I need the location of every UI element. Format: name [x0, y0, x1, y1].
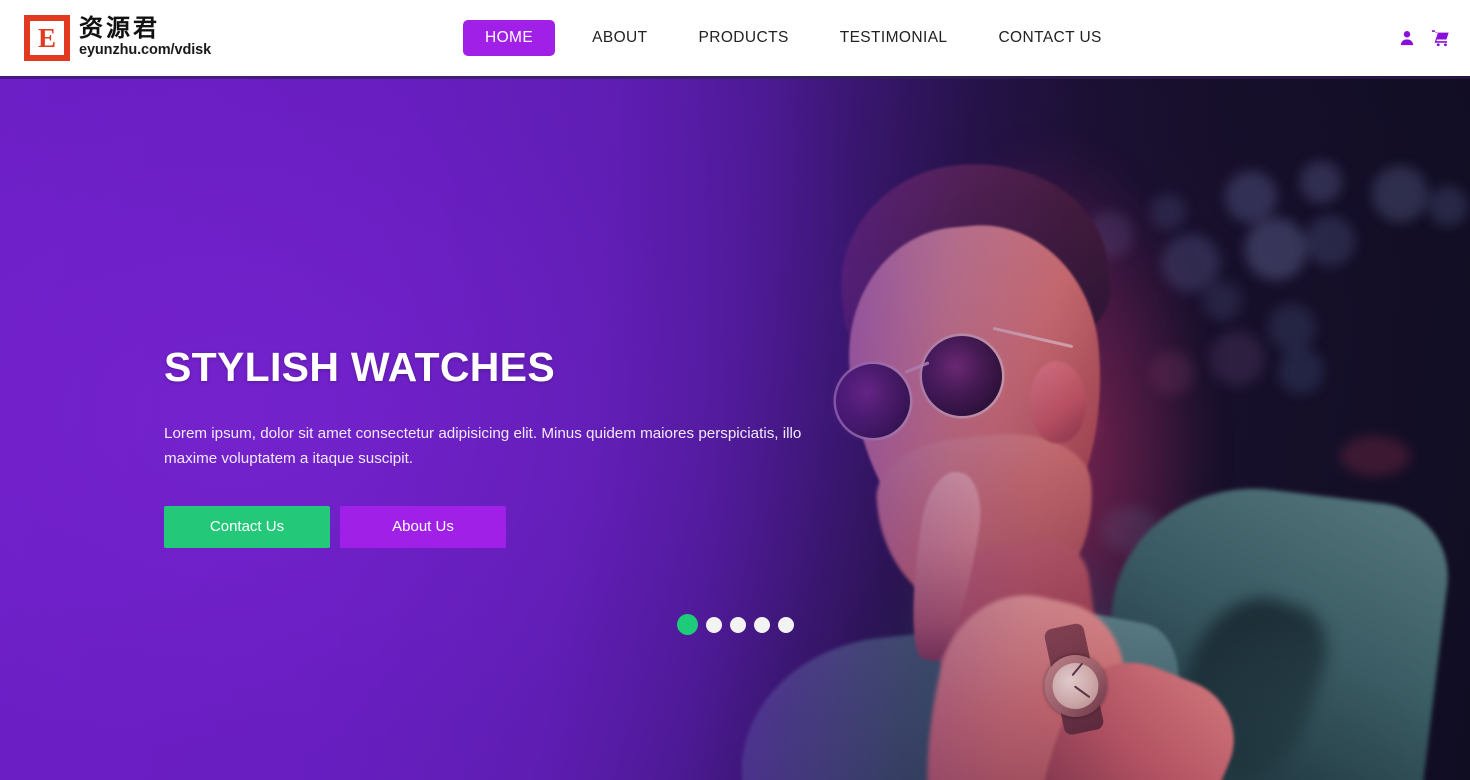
- carousel-dot-3[interactable]: [729, 616, 746, 633]
- logo-letter: E: [30, 21, 64, 55]
- user-icon[interactable]: [1397, 29, 1416, 48]
- logo-mark: E: [24, 15, 70, 61]
- cart-icon[interactable]: [1431, 29, 1450, 48]
- hero-top-edge: [0, 76, 1470, 79]
- logo-brand-url: eyunzhu.com/vdisk: [79, 41, 212, 58]
- carousel-dot-2[interactable]: [705, 616, 722, 633]
- site-header: E 资源君 eyunzhu.com/vdisk HOME ABOUT PRODU…: [0, 0, 1470, 76]
- hero-description: Lorem ipsum, dolor sit amet consectetur …: [164, 425, 802, 467]
- nav-item-home[interactable]: HOME: [463, 20, 556, 56]
- hero-section: STYLISH WATCHES Lorem ipsum, dolor sit a…: [0, 76, 1470, 780]
- contact-us-button[interactable]: Contact Us: [164, 506, 330, 549]
- site-logo[interactable]: E 资源君 eyunzhu.com/vdisk: [24, 0, 211, 76]
- logo-text: 资源君 eyunzhu.com/vdisk: [79, 17, 211, 58]
- carousel-dot-5[interactable]: [777, 616, 794, 633]
- about-us-button[interactable]: About Us: [340, 506, 506, 549]
- header-icon-group: [1397, 0, 1450, 76]
- hero-title: STYLISH WATCHES: [164, 344, 555, 390]
- nav-item-testimonial[interactable]: TESTIMONIAL: [826, 20, 962, 56]
- carousel-dot-1[interactable]: [676, 614, 698, 635]
- nav-item-products[interactable]: PRODUCTS: [685, 20, 803, 56]
- main-navigation: HOME ABOUT PRODUCTS TESTIMONIAL CONTACT …: [463, 0, 1116, 76]
- hero-content: STYLISH WATCHES Lorem ipsum, dolor sit a…: [164, 344, 864, 549]
- carousel-indicators: [0, 614, 1470, 635]
- nav-item-contact-us[interactable]: CONTACT US: [984, 20, 1115, 56]
- nav-item-about[interactable]: ABOUT: [578, 20, 661, 56]
- logo-brand-name: 资源君: [79, 16, 160, 43]
- carousel-dot-4[interactable]: [753, 616, 770, 633]
- hero-button-group: Contact Us About Us: [164, 506, 864, 549]
